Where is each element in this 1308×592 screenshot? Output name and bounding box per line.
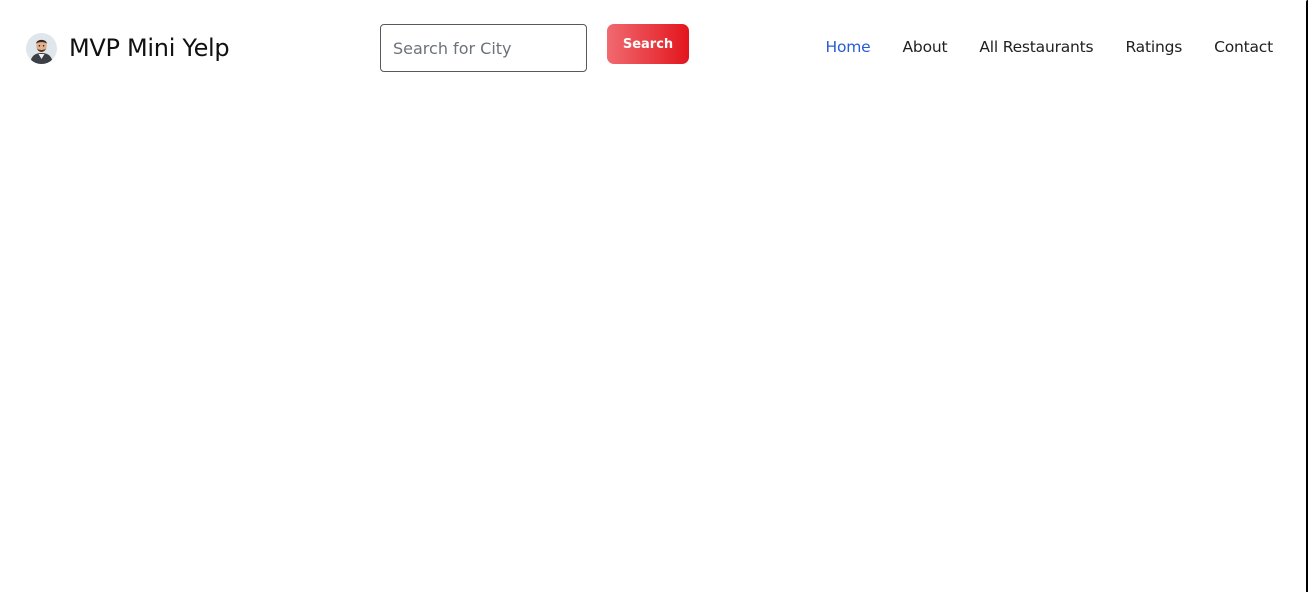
nav-menu: Home About All Restaurants Ratings Conta… (826, 38, 1274, 57)
nav-item-contact: Contact (1214, 38, 1273, 57)
search-city-input[interactable] (380, 24, 587, 72)
nav-link-ratings[interactable]: Ratings (1125, 38, 1182, 56)
page: MVP Mini Yelp Search Home About All Rest… (0, 0, 1308, 592)
navbar: MVP Mini Yelp Search Home About All Rest… (0, 0, 1306, 96)
nav-link-about[interactable]: About (903, 38, 948, 56)
nav-item-home: Home (826, 38, 871, 57)
nav-link-home[interactable]: Home (826, 38, 871, 56)
nav-item-all-restaurants: All Restaurants (979, 38, 1093, 57)
nav-item-ratings: Ratings (1125, 38, 1182, 57)
search-button[interactable]: Search (607, 24, 689, 64)
nav-link-all-restaurants[interactable]: All Restaurants (979, 38, 1093, 56)
nav-link-contact[interactable]: Contact (1214, 38, 1273, 56)
avatar-icon (26, 32, 57, 64)
nav-item-about: About (903, 38, 948, 57)
brand-link[interactable]: MVP Mini Yelp (26, 31, 230, 65)
brand-name: MVP Mini Yelp (69, 34, 230, 62)
